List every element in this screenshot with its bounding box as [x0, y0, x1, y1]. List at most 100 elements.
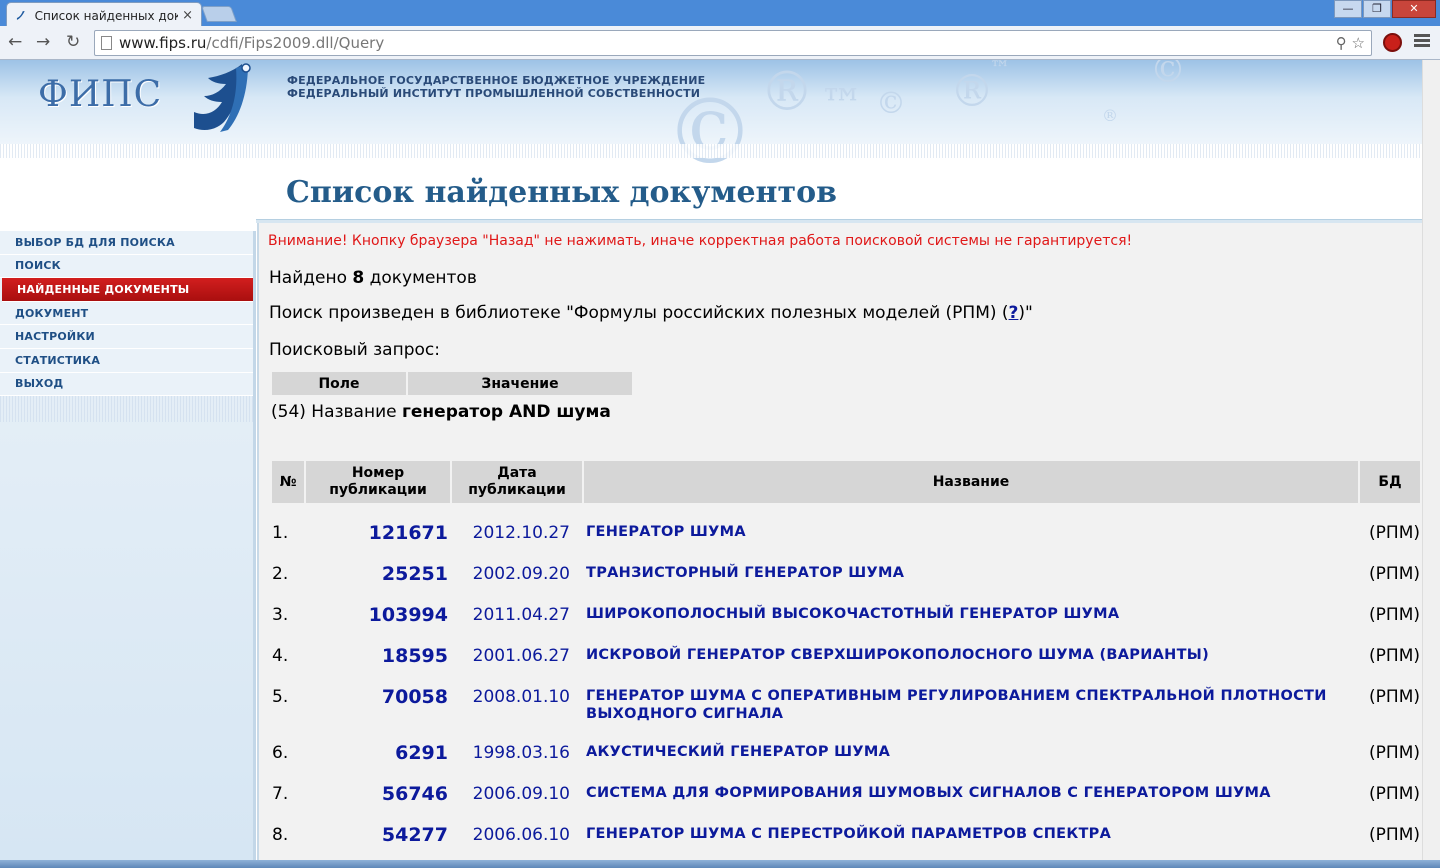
library-prefix: Поиск произведен в библиотеке "Формулы р…	[269, 303, 1009, 323]
row-pub-number-link[interactable]: 6291	[306, 723, 450, 764]
back-button-warning: Внимание! Кнопку браузера "Назад" не наж…	[268, 233, 1133, 249]
sidebar-item-document[interactable]: ДОКУМЕНТ	[0, 301, 253, 326]
query-label: Поисковый запрос:	[269, 340, 440, 360]
tab-close-icon[interactable]: ×	[182, 8, 193, 23]
sidebar-decoration	[0, 396, 253, 423]
forward-button[interactable]: →	[36, 32, 50, 52]
query-field: (54) Название	[271, 402, 403, 422]
row-pub-number-link[interactable]: 25251	[306, 544, 450, 585]
results-body: 1. 121671 2012.10.27 ГЕНЕРАТОР ШУМА (РПМ…	[272, 503, 1420, 846]
row-pub-number-link[interactable]: 103994	[306, 585, 450, 626]
table-row: 2. 25251 2002.09.20 ТРАНЗИСТОРНЫЙ ГЕНЕРА…	[272, 544, 1420, 585]
os-taskbar[interactable]	[0, 860, 1440, 868]
watermark-registered-icon-3: ®	[1102, 106, 1118, 125]
fips-favicon-icon	[16, 10, 25, 20]
zoom-icon[interactable]: ⚲	[1336, 34, 1347, 52]
sidebar-item-exit[interactable]: ВЫХОД	[0, 372, 253, 397]
row-title-link[interactable]: ГЕНЕРАТОР ШУМА С ОПЕРАТИВНЫМ РЕГУЛИРОВАН…	[584, 667, 1358, 723]
maximize-button[interactable]: ❐	[1363, 0, 1391, 18]
row-title-link[interactable]: СИСТЕМА ДЛЯ ФОРМИРОВАНИЯ ШУМОВЫХ СИГНАЛО…	[584, 764, 1358, 805]
sidebar-item-select-db[interactable]: ВЫБОР БД ДЛЯ ПОИСКА	[0, 231, 253, 255]
row-db: (РПМ)	[1369, 687, 1420, 707]
sidebar-item-statistics[interactable]: СТАТИСТИКА	[0, 348, 253, 373]
row-title-link[interactable]: ГЕНЕРАТОР ШУМА С ПЕРЕСТРОЙКОЙ ПАРАМЕТРОВ…	[584, 805, 1358, 846]
extension-icon[interactable]	[1383, 33, 1402, 52]
toolbar: ← → ↻ www.fips.ru/cdfi/Fips2009.dll/Quer…	[0, 26, 1440, 60]
menu-icon[interactable]	[1414, 34, 1430, 48]
row-num: 7.	[272, 784, 289, 804]
row-title-link[interactable]: ТРАНЗИСТОРНЫЙ ГЕНЕРАТОР ШУМА	[584, 544, 1358, 585]
library-suffix: )"	[1018, 303, 1033, 323]
watermark-trademark-icon-2: ™	[820, 80, 864, 131]
col-header-title: Название	[584, 461, 1358, 503]
row-pub-number-link[interactable]: 56746	[306, 764, 450, 805]
row-pub-date: 2012.10.27	[472, 523, 570, 543]
browser-tab[interactable]: Список найденных докум ×	[6, 2, 202, 28]
page-title: Список найденных документов	[286, 175, 837, 210]
row-pub-number-link[interactable]: 54277	[306, 805, 450, 846]
row-db: (РПМ)	[1369, 523, 1420, 543]
new-tab-button[interactable]	[201, 6, 237, 22]
back-button[interactable]: ←	[8, 32, 22, 52]
row-db: (РПМ)	[1369, 605, 1420, 625]
fips-emblem-icon	[194, 63, 251, 132]
table-row: 6. 6291 1998.03.16 АКУСТИЧЕСКИЙ ГЕНЕРАТО…	[272, 723, 1420, 764]
col-header-pub-number: Номер публикации	[306, 461, 450, 503]
row-pub-number-link[interactable]: 70058	[306, 667, 450, 723]
row-pub-date: 2002.09.20	[472, 564, 570, 584]
row-pub-date: 2008.01.10	[472, 687, 570, 707]
library-info: Поиск произведен в библиотеке "Формулы р…	[269, 303, 1033, 323]
row-title-link[interactable]: ГЕНЕРАТОР ШУМА	[584, 503, 1358, 544]
row-pub-date: 2006.06.10	[472, 825, 570, 845]
row-title-link[interactable]: ШИРОКОПОЛОСНЫЙ ВЫСОКОЧАСТОТНЫЙ ГЕНЕРАТОР…	[584, 585, 1358, 626]
bookmark-star-icon[interactable]: ☆	[1352, 34, 1365, 52]
query-col-field: Поле	[272, 372, 406, 395]
query-table: Поле Значение	[270, 372, 634, 395]
row-db: (РПМ)	[1369, 743, 1420, 763]
row-num: 2.	[272, 564, 289, 584]
table-row: 5. 70058 2008.01.10 ГЕНЕРАТОР ШУМА С ОПЕ…	[272, 667, 1420, 723]
sidebar-item-settings[interactable]: НАСТРОЙКИ	[0, 325, 253, 349]
organization-name: ФЕДЕРАЛЬНОЕ ГОСУДАРСТВЕННОЕ БЮДЖЕТНОЕ УЧ…	[287, 74, 705, 100]
row-pub-number-link[interactable]: 18595	[306, 626, 450, 667]
row-num: 6.	[272, 743, 289, 763]
url-host: www.fips.ru	[119, 34, 207, 52]
row-db: (РПМ)	[1369, 825, 1420, 845]
fips-logo[interactable]: ФИПС	[38, 74, 162, 115]
window-controls: — ❐ ✕	[1333, 0, 1436, 18]
col-header-num: №	[272, 461, 304, 503]
table-row: 3. 103994 2011.04.27 ШИРОКОПОЛОСНЫЙ ВЫСО…	[272, 585, 1420, 626]
sidebar-item-found-documents[interactable]: НАЙДЕННЫЕ ДОКУМЕНТЫ	[2, 278, 253, 302]
watermark-registered-icon: ®	[760, 60, 814, 123]
site-banner: ФИПС ФЕДЕРАЛЬНОЕ ГОСУДАРСТВЕННОЕ БЮДЖЕТН…	[0, 60, 1422, 185]
page-icon	[101, 36, 112, 50]
found-count: 8	[352, 268, 365, 288]
found-suffix: документов	[364, 268, 477, 288]
close-window-button[interactable]: ✕	[1392, 0, 1436, 18]
watermark-copyright-icon-3: ©	[876, 86, 906, 121]
table-row: 7. 56746 2006.09.10 СИСТЕМА ДЛЯ ФОРМИРОВ…	[272, 764, 1420, 805]
reload-button[interactable]: ↻	[66, 32, 80, 52]
row-title-link[interactable]: ИСКРОВОЙ ГЕНЕРАТОР СВЕРХШИРОКОПОЛОСНОГО …	[584, 626, 1358, 667]
address-bar[interactable]: www.fips.ru/cdfi/Fips2009.dll/Query ⚲ ☆	[94, 30, 1372, 56]
row-num: 5.	[272, 687, 289, 707]
org-line-1: ФЕДЕРАЛЬНОЕ ГОСУДАРСТВЕННОЕ БЮДЖЕТНОЕ УЧ…	[287, 74, 706, 87]
query-value: генератор AND шума	[402, 402, 611, 422]
library-help-link[interactable]: ?	[1009, 303, 1019, 323]
watermark-copyright-icon: ©	[1150, 60, 1186, 91]
row-pub-date: 2006.09.10	[472, 784, 570, 804]
row-pub-date: 1998.03.16	[472, 743, 570, 763]
row-title-link[interactable]: АКУСТИЧЕСКИЙ ГЕНЕРАТОР ШУМА	[584, 723, 1358, 764]
query-row: (54) Название генератор AND шума	[271, 402, 611, 422]
org-line-2: ФЕДЕРАЛЬНЫЙ ИНСТИТУТ ПРОМЫШЛЕННОЙ СОБСТВ…	[287, 87, 701, 100]
sidebar-item-search[interactable]: ПОИСК	[0, 254, 253, 279]
minimize-button[interactable]: —	[1334, 0, 1362, 18]
row-db: (РПМ)	[1369, 646, 1420, 666]
vertical-scrollbar[interactable]	[1422, 60, 1440, 860]
sidebar-nav: ВЫБОР БД ДЛЯ ПОИСКА ПОИСК НАЙДЕННЫЕ ДОКУ…	[0, 231, 256, 860]
web-page: ФИПС ФЕДЕРАЛЬНОЕ ГОСУДАРСТВЕННОЕ БЮДЖЕТН…	[0, 60, 1440, 860]
row-pub-number-link[interactable]: 121671	[306, 503, 450, 544]
watermark-copyright-icon-2: ©	[665, 80, 755, 185]
row-pub-date: 2011.04.27	[472, 605, 570, 625]
found-prefix: Найдено	[269, 268, 353, 288]
